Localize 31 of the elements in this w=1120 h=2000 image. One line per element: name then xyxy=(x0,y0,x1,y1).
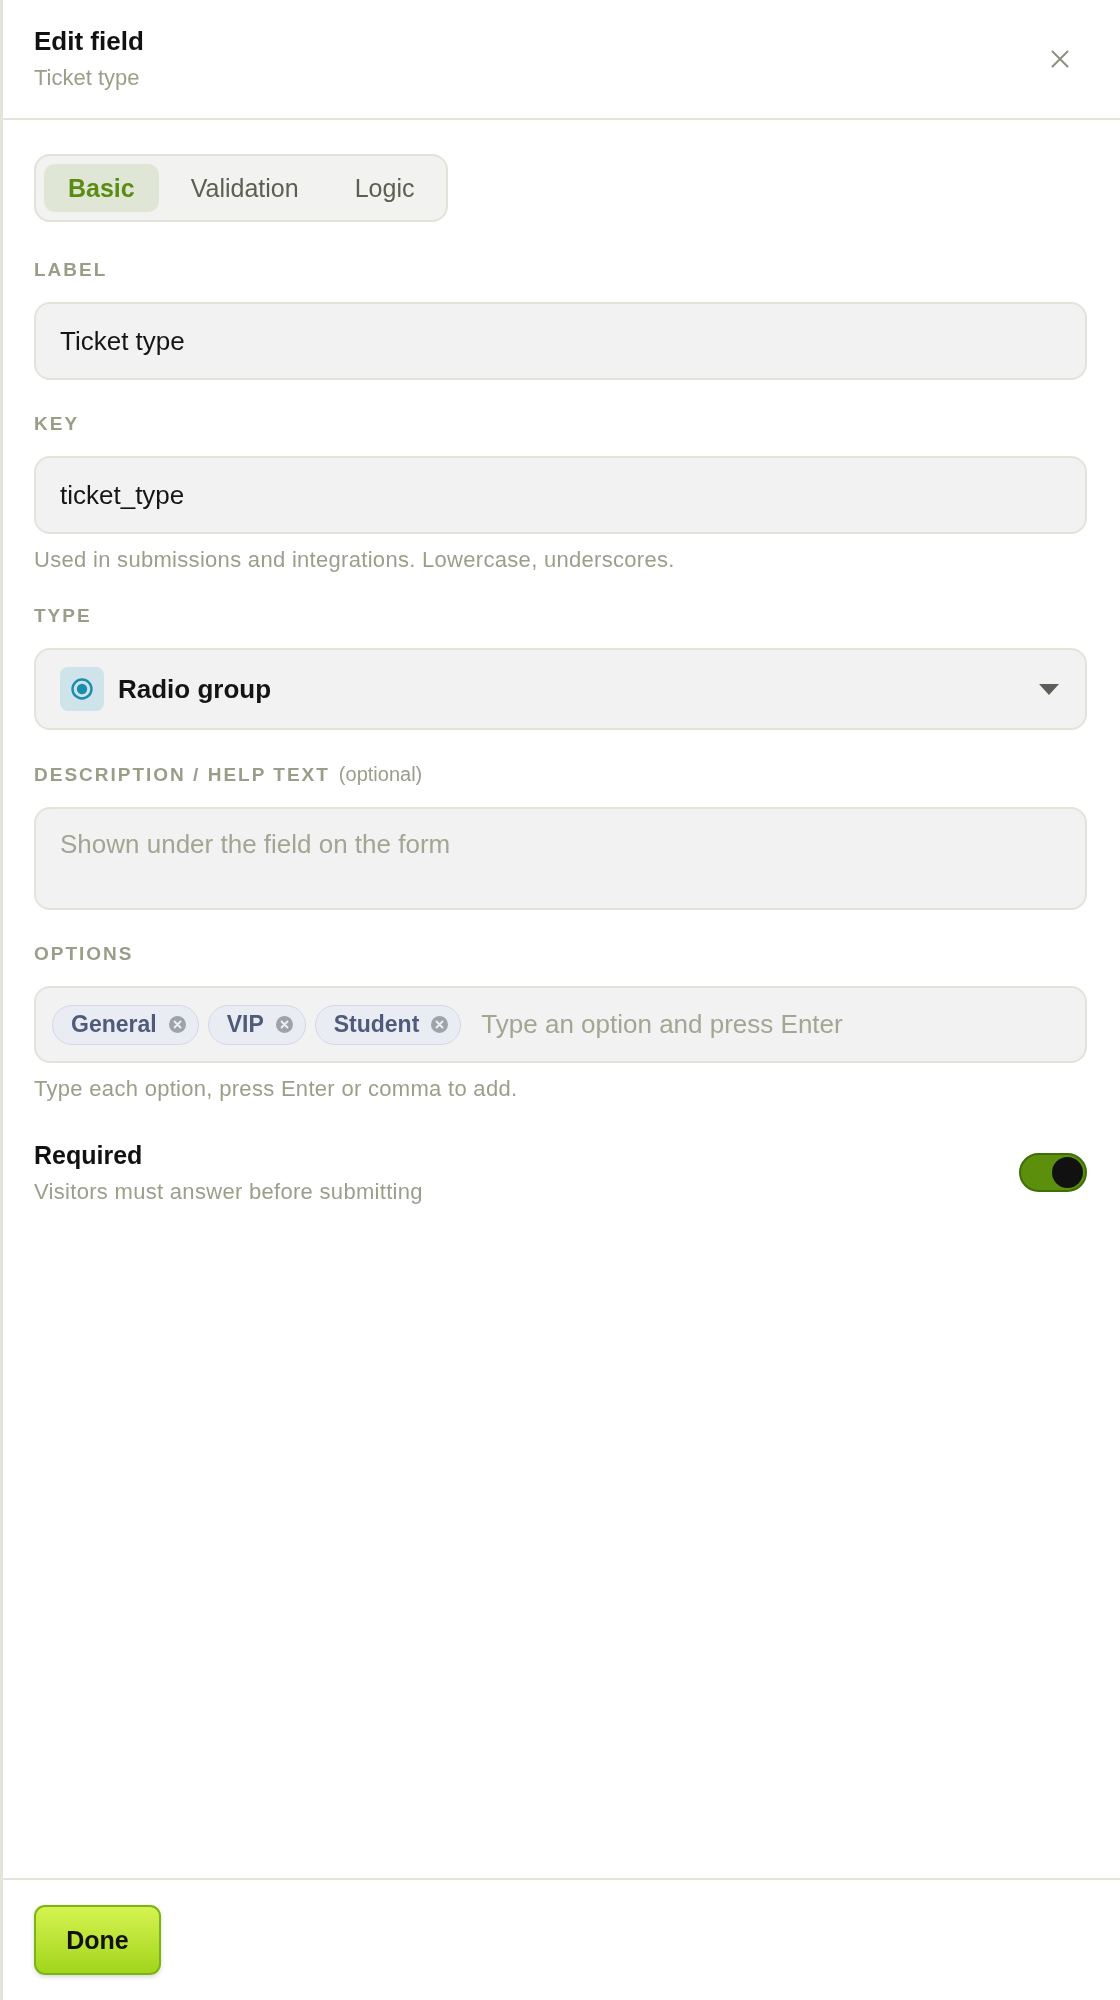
text-input[interactable]: ticket_type xyxy=(34,456,1087,534)
field-label: LABEL xyxy=(34,259,108,281)
tab[interactable]: Logic xyxy=(330,164,439,212)
field-label: OPTIONS xyxy=(34,943,134,965)
radio-icon xyxy=(60,667,104,711)
remove-icon[interactable] xyxy=(431,1016,449,1033)
panel-title: Edit field xyxy=(34,27,144,55)
setting-title: Required xyxy=(34,1141,144,1169)
required-toggle[interactable] xyxy=(1019,1153,1087,1192)
remove-icon[interactable] xyxy=(168,1016,186,1033)
option-tag[interactable]: General xyxy=(52,1004,199,1045)
type-select[interactable]: Radio group xyxy=(34,648,1087,730)
field-label: KEY xyxy=(34,413,80,435)
close-icon xyxy=(1051,49,1069,68)
remove-icon[interactable] xyxy=(275,1016,293,1033)
text-area[interactable]: Shown under the field on the form xyxy=(34,807,1087,910)
optional-note: (optional) xyxy=(338,763,423,785)
setting-description: Visitors must answer before submitting xyxy=(34,1180,423,1204)
field-label: DESCRIPTION / HELP TEXT xyxy=(34,764,330,786)
option-tag[interactable]: Student xyxy=(314,1004,462,1045)
tab[interactable]: Validation xyxy=(166,164,323,212)
caret-icon xyxy=(1039,683,1059,695)
help-text: Used in submissions and integrations. Lowercase, underscores. xyxy=(34,548,676,572)
tab[interactable]: Basic xyxy=(44,164,159,212)
done-button[interactable]: Done xyxy=(34,1905,161,1975)
field-label: TYPE xyxy=(34,605,92,627)
options-field[interactable]: General VIP Student Type an option and press Enter xyxy=(34,986,1087,1063)
help-text: Type each option, press Enter or comma to add. xyxy=(34,1077,519,1101)
panel-subtitle: Ticket type xyxy=(34,66,141,90)
text-input[interactable]: Ticket type xyxy=(34,302,1087,380)
option-tag[interactable]: VIP xyxy=(207,1004,306,1045)
